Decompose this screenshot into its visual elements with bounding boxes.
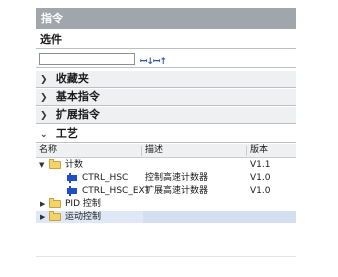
section-favorites[interactable]: ❯ 收藏夹 — [36, 71, 296, 88]
selection-highlight — [143, 211, 296, 223]
chevron-right-icon: ❯ — [40, 75, 48, 85]
column-header-version[interactable]: 版本 — [250, 144, 268, 157]
row-description: 控制高速计数器 — [145, 173, 209, 183]
column-header-name[interactable]: 名称 — [39, 144, 57, 157]
column-header-description[interactable]: 描述 — [145, 144, 163, 157]
divider — [36, 256, 296, 257]
expand-triangle-icon[interactable]: ▼ — [39, 159, 44, 171]
tree-row-counting[interactable]: ▼ 计数 V1.1 — [36, 159, 296, 171]
section-label: 基本指令 — [55, 90, 100, 103]
chevron-right-icon: ❯ — [40, 93, 48, 103]
chevron-right-icon: ❯ — [40, 111, 48, 121]
tree-row-ctrl-hsc-ext[interactable]: CTRL_HSC_EXT 扩展高速计数器 V1.0 — [36, 185, 296, 197]
section-label: 收藏夹 — [55, 72, 89, 85]
row-name: CTRL_HSC_EXT — [82, 186, 151, 196]
row-description: 扩展高速计数器 — [145, 186, 209, 196]
column-header-row: 名称 描述 版本 — [36, 144, 296, 158]
tree-row-motion-control[interactable]: ▶ 运动控制 — [36, 211, 296, 223]
section-label: 扩展指令 — [55, 108, 100, 121]
collapse-triangle-icon[interactable]: ▶ — [40, 211, 45, 223]
panel-title: 指令 — [36, 8, 296, 29]
section-label: 工艺 — [55, 127, 78, 140]
options-label: 选件 — [40, 33, 62, 46]
search-up-icon[interactable]: ꟷ↑ — [153, 54, 167, 67]
folder-icon — [49, 159, 61, 169]
section-extended-instructions[interactable]: ❯ 扩展指令 — [36, 107, 296, 124]
column-divider[interactable] — [246, 146, 247, 156]
row-version: V1.0 — [250, 186, 271, 196]
section-technology[interactable]: ⌄ 工艺 — [36, 126, 296, 143]
row-version: V1.1 — [250, 160, 271, 170]
search-down-icon[interactable]: ꟷ↓ — [140, 54, 154, 67]
row-name: 运动控制 — [65, 212, 102, 222]
function-block-icon — [67, 173, 77, 183]
section-basic-instructions[interactable]: ❯ 基本指令 — [36, 89, 296, 106]
function-block-icon — [67, 186, 77, 196]
row-name: CTRL_HSC — [82, 173, 129, 183]
column-divider[interactable] — [141, 146, 142, 156]
options-section-header[interactable]: 选件 — [36, 32, 296, 49]
row-version: V1.0 — [250, 173, 271, 183]
folder-icon — [49, 198, 61, 208]
collapse-triangle-icon[interactable]: ▶ — [40, 198, 45, 210]
row-name: PID 控制 — [65, 199, 101, 209]
chevron-down-icon: ⌄ — [40, 130, 48, 140]
instructions-panel: 指令 选件 ꟷ↓ ꟷ↑ ❯ 收藏夹 ❯ 基本指令 ❯ 扩展指令 ⌄ 工艺 名称 … — [36, 8, 296, 270]
tree-row-pid-control[interactable]: ▶ PID 控制 — [36, 198, 296, 210]
folder-icon — [49, 211, 61, 221]
search-input[interactable] — [39, 53, 135, 65]
search-row: ꟷ↓ ꟷ↑ — [36, 51, 296, 68]
tree-row-ctrl-hsc[interactable]: CTRL_HSC 控制高速计数器 V1.0 — [36, 172, 296, 184]
row-name: 计数 — [65, 160, 84, 170]
